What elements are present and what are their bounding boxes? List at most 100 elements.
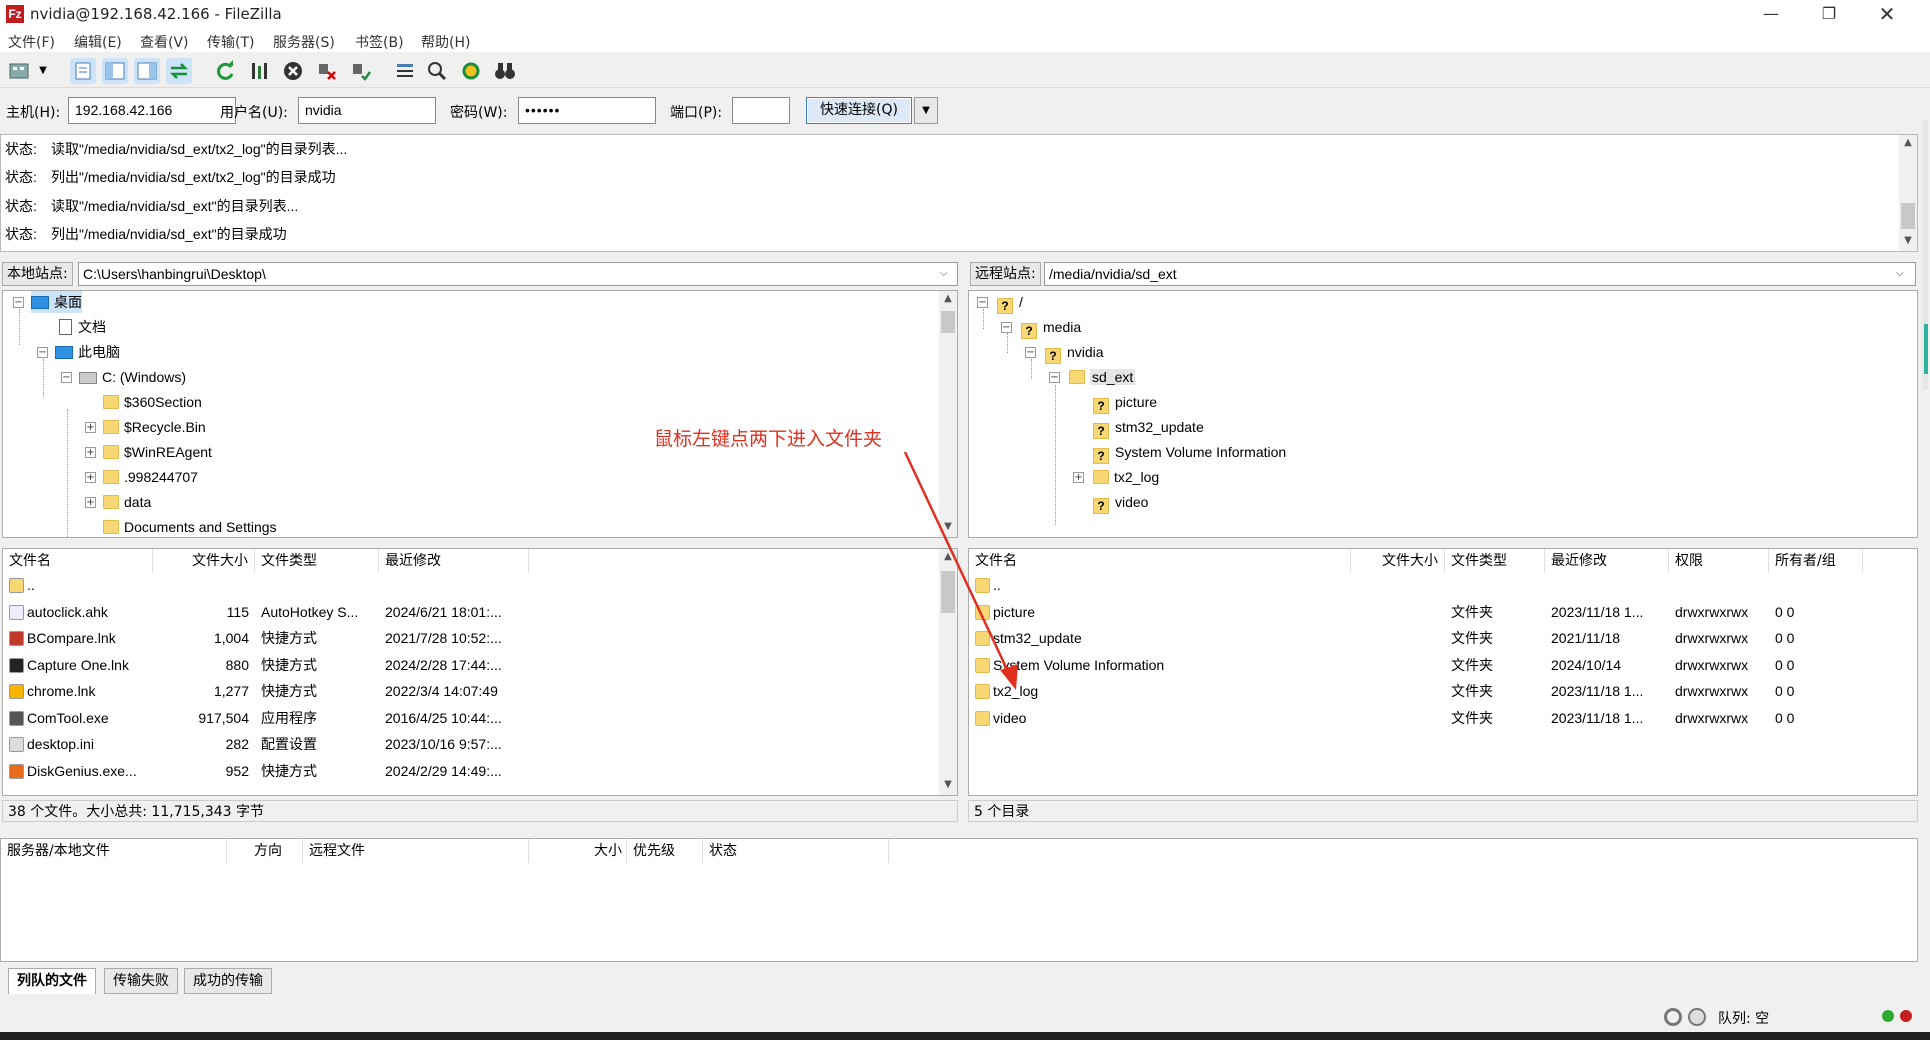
- collapse-icon[interactable]: −: [1025, 347, 1036, 358]
- toggle-remote-tree-icon[interactable]: [134, 58, 160, 84]
- remote-tree-item[interactable]: tx2_log: [1093, 466, 1159, 488]
- local-tree-scrollbar[interactable]: ▲ ▼: [939, 291, 957, 537]
- remote-tree-root[interactable]: ? /: [997, 291, 1023, 314]
- local-file-row[interactable]: autoclick.ahk 115 AutoHotkey S... 2024/6/21…: [3, 602, 933, 623]
- remote-tree-item[interactable]: ? nvidia: [1045, 341, 1104, 364]
- remote-tree-item[interactable]: ? stm32_update: [1093, 416, 1204, 439]
- tree-item-c-drive[interactable]: C: (Windows): [79, 366, 186, 388]
- local-path-input[interactable]: C:\Users\hanbingrui\Desktop\: [78, 262, 958, 286]
- search-icon[interactable]: [424, 58, 450, 84]
- local-list-scrollbar[interactable]: ▲ ▼: [939, 549, 957, 795]
- remote-col-permissions[interactable]: 权限: [1669, 549, 1769, 573]
- tree-item-folder[interactable]: $Recycle.Bin: [103, 416, 206, 438]
- local-col-size[interactable]: 文件大小: [153, 549, 255, 573]
- expand-icon[interactable]: +: [85, 497, 96, 508]
- remote-col-size[interactable]: 文件大小: [1351, 549, 1445, 573]
- log-scroll-thumb[interactable]: [1901, 203, 1915, 229]
- queue-col-direction[interactable]: 方向: [227, 839, 303, 863]
- minimize-button[interactable]: —: [1748, 0, 1794, 28]
- remote-col-type[interactable]: 文件类型: [1445, 549, 1545, 573]
- remote-file-row[interactable]: tx2_log 文件夹 2023/11/18 1... drwxrwxrwx 0 0: [969, 681, 1915, 702]
- remote-tree-item[interactable]: ? video: [1093, 491, 1148, 514]
- find-files-binoculars-icon[interactable]: [492, 58, 518, 84]
- tree-item-documents[interactable]: 文档: [59, 316, 106, 338]
- menu-file[interactable]: 文件(F): [8, 32, 55, 52]
- local-path-dropdown-icon[interactable]: ⌵: [940, 268, 948, 279]
- local-list-scroll-thumb[interactable]: [941, 571, 955, 613]
- remote-file-row[interactable]: picture 文件夹 2023/11/18 1... drwxrwxrwx 0 0: [969, 602, 1915, 623]
- log-scrollbar[interactable]: ▲ ▼: [1899, 135, 1917, 251]
- menu-transfer[interactable]: 传输(T): [207, 32, 254, 52]
- toggle-queue-icon[interactable]: [166, 58, 192, 84]
- local-file-row[interactable]: ..: [3, 575, 933, 596]
- tab-queued-files[interactable]: 列队的文件: [8, 968, 96, 994]
- local-col-modified[interactable]: 最近修改: [379, 549, 529, 573]
- scroll-up-icon[interactable]: ▲: [939, 293, 957, 304]
- local-file-row[interactable]: Capture One.lnk 880 快捷方式 2024/2/28 17:44:..…: [3, 655, 933, 676]
- tree-item-folder[interactable]: $360Section: [103, 391, 202, 413]
- local-file-row[interactable]: ComTool.exe 917,504 应用程序 2016/4/25 10:44:..…: [3, 708, 933, 729]
- queue-col-size[interactable]: 大小: [529, 839, 627, 863]
- collapse-icon[interactable]: −: [1049, 372, 1060, 383]
- cancel-operation-icon[interactable]: [280, 58, 306, 84]
- tree-item-folder[interactable]: Documents and Settings: [103, 516, 277, 537]
- tree-item-folder[interactable]: data: [103, 491, 151, 513]
- password-input[interactable]: ••••••: [518, 97, 656, 124]
- collapse-icon[interactable]: −: [1001, 322, 1012, 333]
- process-queue-icon[interactable]: [246, 58, 272, 84]
- queue-col-remote[interactable]: 远程文件: [303, 839, 529, 863]
- expand-icon[interactable]: +: [1073, 472, 1084, 483]
- refresh-icon[interactable]: [212, 58, 238, 84]
- port-input[interactable]: [732, 97, 790, 124]
- scroll-up-icon[interactable]: ▲: [1899, 137, 1917, 148]
- disconnect-icon[interactable]: [314, 58, 340, 84]
- scroll-up-icon[interactable]: ▲: [939, 551, 957, 562]
- remote-file-row[interactable]: stm32_update 文件夹 2021/11/18 drwxrwxrwx 0 0: [969, 628, 1915, 649]
- maximize-button[interactable]: ❐: [1806, 0, 1852, 28]
- tab-failed-transfers[interactable]: 传输失败: [104, 968, 178, 994]
- sync-browsing-icon[interactable]: [458, 58, 484, 84]
- speed-limit-icon[interactable]: [1688, 1008, 1706, 1026]
- toggle-local-tree-icon[interactable]: [102, 58, 128, 84]
- remote-path-input[interactable]: /media/nvidia/sd_ext: [1044, 262, 1916, 286]
- collapse-icon[interactable]: −: [61, 372, 72, 383]
- menu-view[interactable]: 查看(V): [140, 32, 189, 52]
- menu-bookmarks[interactable]: 书签(B): [355, 32, 404, 52]
- remote-tree-item[interactable]: ? System Volume Information: [1093, 441, 1286, 464]
- expand-icon[interactable]: +: [85, 447, 96, 458]
- local-file-row[interactable]: desktop.ini 282 配置设置 2023/10/16 9:57:...: [3, 734, 933, 755]
- scroll-down-icon[interactable]: ▼: [939, 779, 957, 790]
- menu-server[interactable]: 服务器(S): [273, 32, 335, 52]
- queue-col-status[interactable]: 状态: [703, 839, 889, 863]
- local-file-row[interactable]: DiskGenius.exe... 952 快捷方式 2024/2/29 14:49:…: [3, 761, 933, 782]
- tree-item-folder[interactable]: $WinREAgent: [103, 441, 212, 463]
- tree-item-this-pc[interactable]: 此电脑: [55, 341, 120, 363]
- remote-tree-item-selected[interactable]: sd_ext: [1069, 366, 1136, 388]
- host-input[interactable]: 192.168.42.166: [68, 97, 236, 124]
- directory-listing-filters-icon[interactable]: [392, 58, 418, 84]
- quickconnect-history-dropdown[interactable]: ▼: [914, 97, 938, 124]
- remote-file-row[interactable]: video 文件夹 2023/11/18 1... drwxrwxrwx 0 0: [969, 708, 1915, 729]
- queue-col-server-local[interactable]: 服务器/本地文件: [1, 839, 227, 863]
- local-col-type[interactable]: 文件类型: [255, 549, 379, 573]
- quickconnect-button[interactable]: 快速连接(Q): [806, 97, 912, 124]
- remote-tree-item[interactable]: ? picture: [1093, 391, 1157, 414]
- toggle-log-icon[interactable]: [70, 58, 96, 84]
- remote-tree-item[interactable]: ? media: [1021, 316, 1081, 339]
- close-window-button[interactable]: ✕: [1864, 0, 1910, 28]
- menu-edit[interactable]: 编辑(E): [74, 32, 122, 52]
- menu-help[interactable]: 帮助(H): [421, 32, 470, 52]
- username-input[interactable]: nvidia: [298, 97, 436, 124]
- remote-path-dropdown-icon[interactable]: ⌵: [1896, 268, 1904, 279]
- site-manager-icon[interactable]: [6, 58, 32, 84]
- local-tree-scroll-thumb[interactable]: [941, 311, 955, 333]
- remote-file-row[interactable]: System Volume Information 文件夹 2024/10/14 dr…: [969, 655, 1915, 676]
- remote-col-owner[interactable]: 所有者/组: [1769, 549, 1863, 573]
- remote-file-row[interactable]: ..: [969, 575, 1915, 596]
- queue-col-priority[interactable]: 优先级: [627, 839, 703, 863]
- tab-successful-transfers[interactable]: 成功的传输: [184, 968, 272, 994]
- collapse-icon[interactable]: −: [13, 297, 24, 308]
- remote-col-modified[interactable]: 最近修改: [1545, 549, 1669, 573]
- expand-icon[interactable]: +: [85, 422, 96, 433]
- collapse-icon[interactable]: −: [977, 297, 988, 308]
